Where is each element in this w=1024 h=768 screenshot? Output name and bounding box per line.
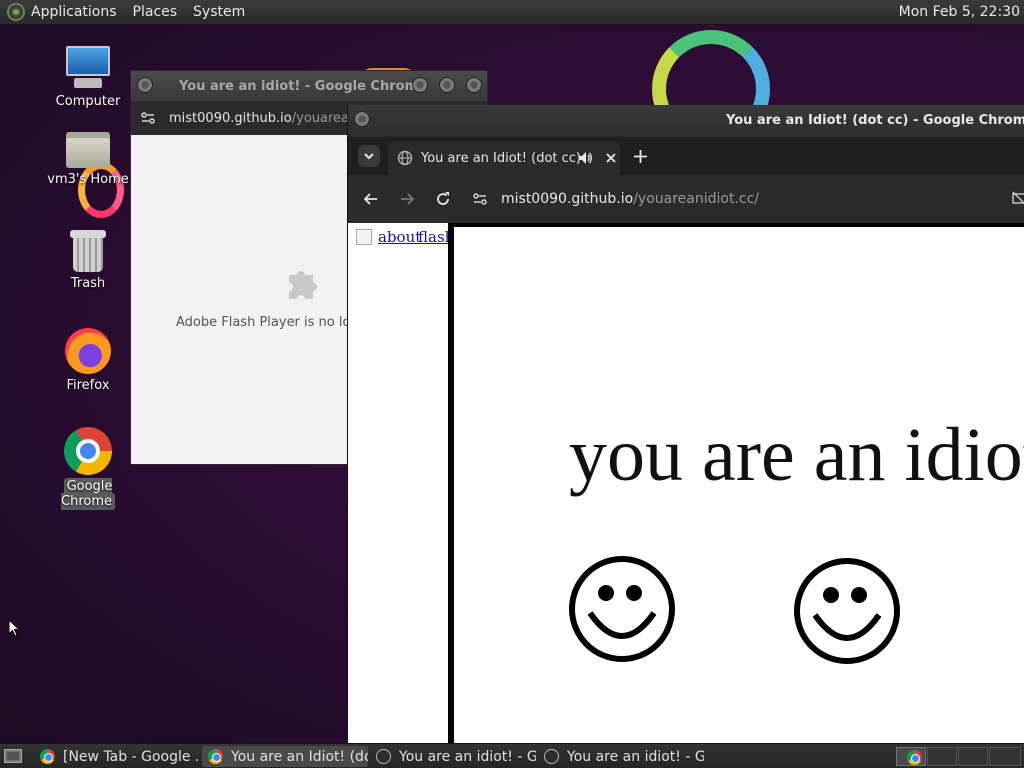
url-path: /youarear — [291, 110, 355, 126]
top-panel: Applications Places System Mon Feb 5, 22… — [0, 0, 1024, 25]
computer-icon — [64, 46, 112, 90]
site-settings-icon[interactable] — [141, 112, 155, 124]
url-path[interactable]: /youareanidiot.cc/ — [633, 191, 759, 207]
chrome-window-front[interactable]: You are an Idiot! (dot cc) - Google Chro… — [347, 105, 1024, 743]
back-arrow-icon[interactable] — [363, 191, 379, 207]
firefox-icon — [65, 328, 111, 374]
globe-icon — [397, 150, 413, 166]
taskbar-item-label: [New Tab - Google ... — [63, 748, 200, 765]
tab-close-icon[interactable] — [605, 152, 617, 164]
window-menu-button[interactable] — [354, 111, 370, 127]
taskbar-item-label: You are an idiot! - G... — [399, 748, 536, 765]
desktop-icon-firefox[interactable]: Firefox — [38, 328, 138, 393]
speaker-icon[interactable] — [577, 150, 593, 166]
workspace-switcher[interactable] — [896, 747, 926, 766]
trash-icon — [70, 230, 106, 272]
browser-toolbar: mist0090.github.io/youareanidiot.cc/ — [348, 175, 1024, 223]
chrome-icon — [40, 749, 55, 764]
window-titlebar[interactable]: You are an idiot! - Google Chrome — [131, 71, 487, 101]
taskbar-item-idiot-2[interactable]: You are an idiot! - G... — [538, 746, 704, 767]
tab-strip: You are an Idiot! (dot cc) — [348, 137, 1024, 175]
taskbar: [New Tab - Google ... You are an Idiot! … — [0, 743, 1024, 768]
maximize-button[interactable] — [439, 77, 455, 93]
taskbar-item-new-tab[interactable]: [New Tab - Google ... — [34, 746, 200, 767]
desktop-icon-chrome[interactable]: Google Chrome — [38, 427, 138, 510]
camera-blocked-icon[interactable] — [1012, 191, 1024, 205]
taskbar-item-idiot-cc[interactable]: You are an Idiot! (do... — [202, 746, 368, 767]
taskbar-item-label: You are an idiot! - G... — [567, 748, 704, 765]
chrome-icon — [64, 427, 112, 475]
window-title: You are an idiot! - Google Chrome — [179, 78, 427, 94]
left-frame: about flash — [348, 223, 454, 743]
tab-title: You are an Idiot! (dot cc) — [421, 150, 581, 166]
desktop-icon-label: Trash — [70, 276, 106, 291]
desktop-icon-computer[interactable]: Computer — [38, 46, 138, 109]
menu-applications[interactable]: Applications — [31, 4, 117, 20]
url-host: mist0090.github.io — [169, 110, 292, 126]
url-host[interactable]: mist0090.github.io — [501, 191, 633, 207]
globe-icon — [544, 749, 559, 764]
site-settings-icon[interactable] — [473, 193, 487, 205]
tab-you-are-an-idiot[interactable]: You are an Idiot! (dot cc) — [388, 141, 620, 175]
forward-arrow-icon[interactable] — [399, 191, 415, 207]
desktop-icon-label: Google Chrome — [61, 478, 115, 510]
idiot-heading: you are an idiot — [569, 413, 1024, 497]
flash-unsupported-message: Adobe Flash Player is no lonc — [176, 315, 366, 330]
plugin-puzzle-icon — [289, 271, 317, 299]
right-frame: you are an idiot — [448, 223, 1024, 743]
workspace-2[interactable] — [927, 747, 957, 766]
desktop-icon-label: vm3's Home — [47, 172, 129, 187]
desktop-icon-label: Computer — [55, 94, 121, 109]
show-desktop-icon[interactable] — [4, 749, 22, 763]
window-titlebar[interactable]: You are an Idiot! (dot cc) - Google Chro… — [348, 105, 1024, 137]
taskbar-item-idiot-1[interactable]: You are an idiot! - G... — [370, 746, 536, 767]
clock[interactable]: Mon Feb 5, 22:30 — [899, 4, 1020, 20]
home-folder-icon — [66, 130, 110, 168]
mouse-cursor-icon — [8, 619, 20, 637]
taskbar-item-label: You are an Idiot! (do... — [231, 748, 368, 765]
web-page: about flash you are an idiot — [348, 223, 1024, 743]
about-link[interactable]: about — [378, 228, 421, 246]
workspace-3[interactable] — [958, 747, 988, 766]
globe-icon — [376, 749, 391, 764]
tab-search-button[interactable] — [358, 145, 380, 167]
desktop-icon-trash[interactable]: Trash — [38, 230, 138, 291]
minimize-button[interactable] — [412, 77, 428, 93]
workspace-4[interactable] — [989, 747, 1021, 766]
window-title: You are an Idiot! (dot cc) - Google Chro… — [726, 113, 1024, 128]
chrome-icon — [907, 750, 922, 765]
smiley-face-icon — [569, 556, 675, 662]
smiley-face-icon — [794, 558, 900, 664]
close-button[interactable] — [466, 77, 482, 93]
reload-icon[interactable] — [435, 191, 451, 207]
new-tab-button[interactable] — [634, 150, 647, 163]
menu-places[interactable]: Places — [133, 4, 178, 20]
broken-image-icon — [356, 229, 372, 245]
distro-logo-icon[interactable] — [7, 3, 25, 21]
desktop-icon-home[interactable]: vm3's Home — [38, 130, 138, 187]
desktop-icon-label: Firefox — [66, 378, 110, 393]
chrome-icon — [208, 749, 223, 764]
menu-system[interactable]: System — [193, 4, 245, 20]
window-menu-button[interactable] — [137, 77, 153, 93]
